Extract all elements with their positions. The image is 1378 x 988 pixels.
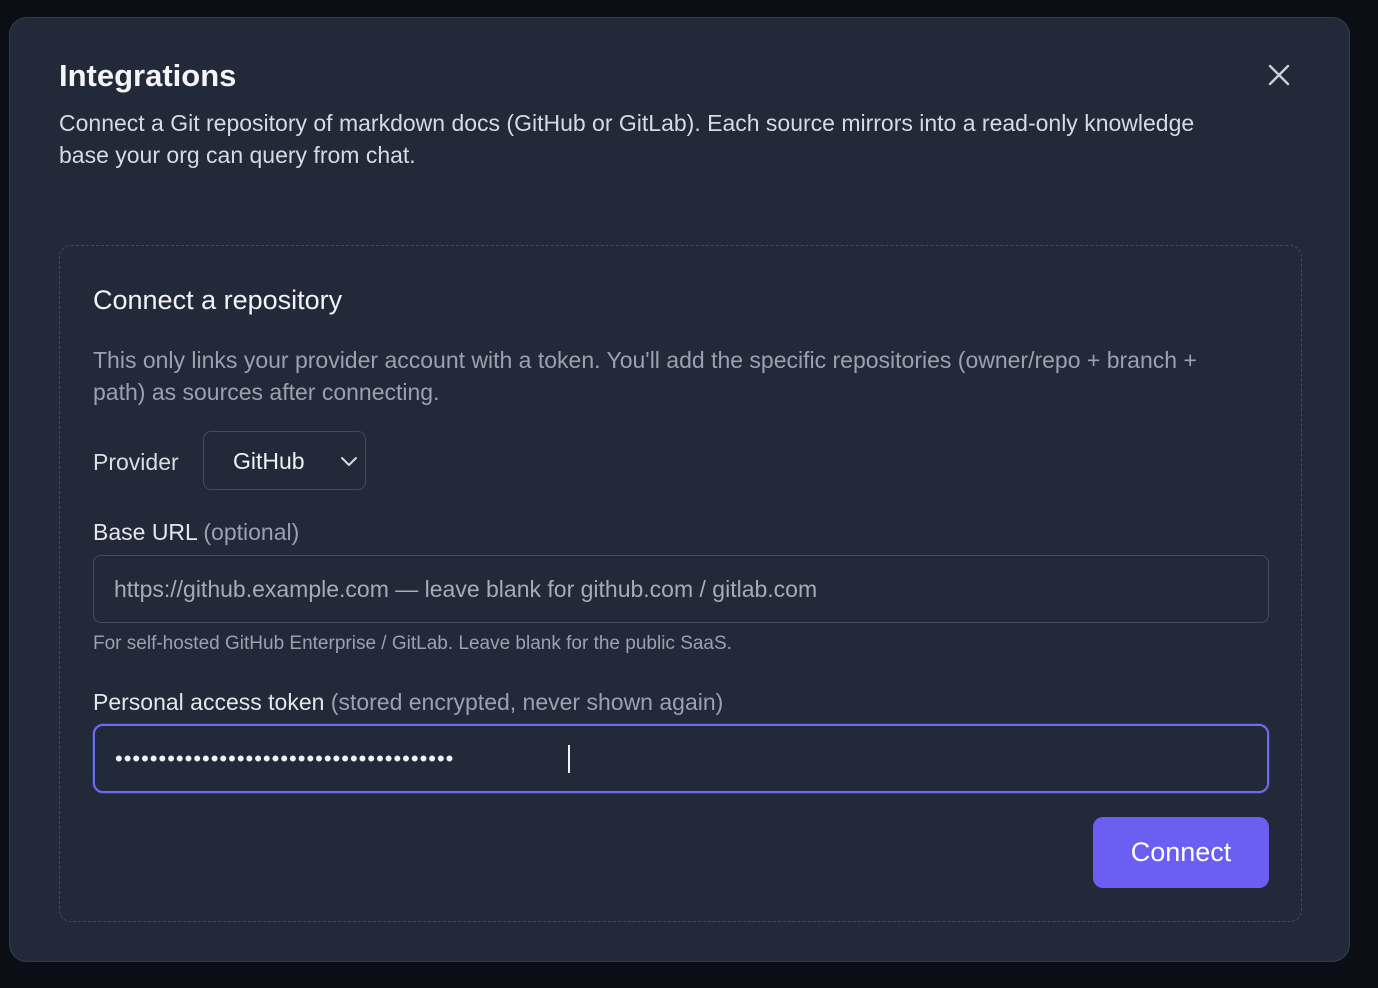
close-button[interactable] xyxy=(1262,58,1296,92)
close-icon xyxy=(1268,64,1290,86)
provider-selected-value: GitHub xyxy=(233,448,305,474)
base-url-optional-note: (optional) xyxy=(203,519,300,545)
connect-repository-card: Connect a repository This only links you… xyxy=(59,245,1302,922)
dialog-description: Connect a Git repository of markdown doc… xyxy=(59,110,1195,168)
personal-access-token-input[interactable] xyxy=(93,724,1269,793)
text-caret xyxy=(568,745,570,773)
base-url-label: Base URL (optional) xyxy=(93,516,299,548)
chevron-down-icon xyxy=(341,457,357,466)
provider-label: Provider xyxy=(93,449,179,475)
token-label: Personal access token (stored encrypted,… xyxy=(93,686,723,718)
token-label-text: Personal access token xyxy=(93,689,325,715)
card-title: Connect a repository xyxy=(93,285,343,315)
base-url-hint: For self-hosted GitHub Enterprise / GitL… xyxy=(93,633,732,654)
base-url-input[interactable] xyxy=(93,555,1269,623)
provider-select[interactable]: GitHub xyxy=(203,431,366,490)
base-url-label-text: Base URL xyxy=(93,519,197,545)
connect-button[interactable]: Connect xyxy=(1093,817,1269,888)
card-description: This only links your provider account wi… xyxy=(93,347,1197,405)
integrations-dialog: Integrations Connect a Git repository of… xyxy=(9,17,1350,962)
dialog-title: Integrations xyxy=(59,58,237,93)
token-storage-note: (stored encrypted, never shown again) xyxy=(330,689,724,715)
